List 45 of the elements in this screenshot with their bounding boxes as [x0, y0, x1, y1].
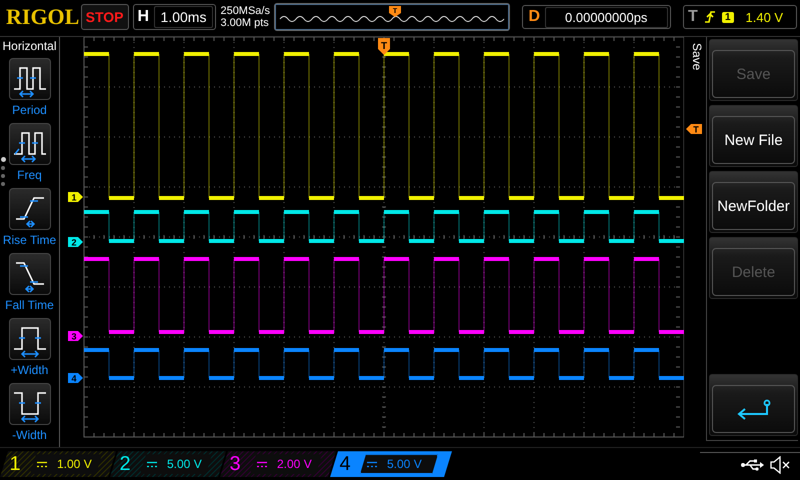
- channel-tab[interactable]: 1 1.00 V: [0, 451, 116, 478]
- channel-marker[interactable]: 3: [68, 331, 83, 342]
- rising-edge-icon: [704, 10, 716, 24]
- measure-button[interactable]: Period: [0, 58, 60, 124]
- trigger-level-marker[interactable]: T: [686, 123, 702, 136]
- measure-button[interactable]: Rise Time: [0, 188, 60, 253]
- page-dot[interactable]: [1, 157, 6, 162]
- menu-title: Horizontal: [2, 39, 57, 54]
- sample-rate: 250MSa/s: [220, 5, 271, 18]
- page-dot[interactable]: [1, 174, 5, 178]
- menu-title: Save: [690, 43, 704, 71]
- channel-tab[interactable]: 3 2.00 V: [220, 451, 336, 478]
- delay-panel[interactable]: D 0.00000000ps: [522, 5, 671, 30]
- measure-button[interactable]: +Width: [0, 318, 60, 383]
- brand-logo: RIGOL: [6, 4, 80, 30]
- channel-marker[interactable]: 1: [68, 192, 83, 203]
- dc-coupling-icon: [37, 460, 47, 468]
- delay-key: D: [528, 8, 542, 26]
- trigger-panel[interactable]: T 1 1.40 V: [682, 5, 797, 30]
- measure-button[interactable]: -Width: [0, 382, 60, 448]
- dc-coupling-icon: [257, 460, 267, 468]
- usb-icon: [740, 458, 764, 471]
- timebase-key: H: [138, 8, 152, 26]
- page-dot[interactable]: [1, 166, 5, 170]
- channel-tab[interactable]: 2 5.00 V: [110, 451, 226, 478]
- timebase-value: 1.00ms: [154, 6, 214, 28]
- timebase-panel[interactable]: H 1.00ms: [132, 4, 216, 30]
- trigger-position-marker[interactable]: T: [378, 38, 390, 56]
- channel-marker[interactable]: 4: [68, 373, 83, 384]
- page-dot[interactable]: [1, 182, 5, 186]
- dc-coupling-icon: [147, 460, 157, 468]
- channel-tab[interactable]: 4 5.00 V: [330, 451, 452, 478]
- measure-button[interactable]: Fall Time: [0, 252, 60, 318]
- back-button[interactable]: [709, 374, 798, 436]
- menu-button[interactable]: NewFolder: [709, 171, 798, 234]
- trigger-key: T: [688, 8, 698, 26]
- trigger-source: 1: [722, 12, 734, 23]
- menu-button[interactable]: New File: [709, 105, 798, 168]
- measure-button[interactable]: Freq: [0, 123, 60, 188]
- run-status[interactable]: STOP: [80, 4, 129, 30]
- memory-depth: 3.00M pts: [220, 17, 270, 30]
- delay-value: 0.00000000ps: [544, 6, 668, 28]
- channel-marker[interactable]: 2: [68, 237, 83, 248]
- dc-coupling-icon: [367, 460, 377, 468]
- trigger-level: 1.40 V: [746, 10, 784, 25]
